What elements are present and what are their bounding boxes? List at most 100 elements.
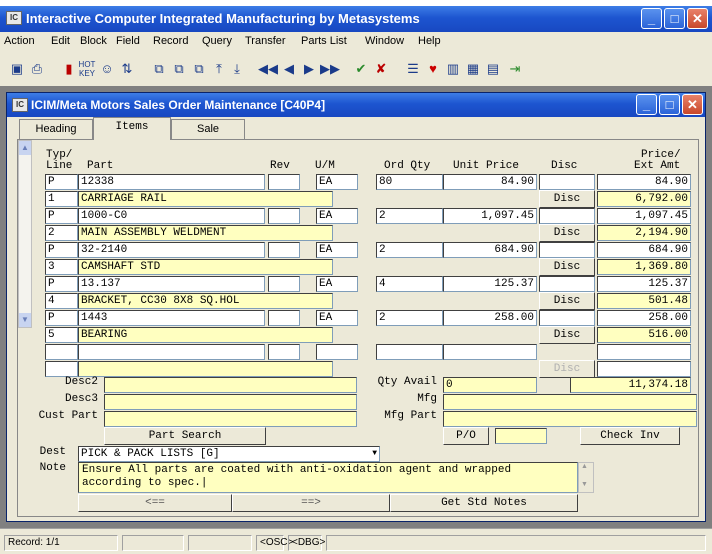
po-field[interactable]	[495, 428, 547, 444]
item-ext-amt-field[interactable]: 1,369.80	[597, 259, 691, 275]
item-disc-field[interactable]	[539, 174, 595, 190]
child-minimize-button[interactable]: _	[636, 94, 657, 115]
item-disc-button[interactable]: Disc	[539, 258, 595, 276]
paste-record-icon[interactable]: ⧉	[170, 60, 188, 78]
get-std-notes-button[interactable]: Get Std Notes	[390, 494, 578, 512]
item-um-field[interactable]: EA	[316, 208, 358, 224]
empty-typ-field[interactable]	[45, 344, 78, 360]
items-scrollbar[interactable]: ▲ ▼	[18, 140, 32, 328]
menu-edit[interactable]: Edit	[51, 35, 70, 47]
po-button[interactable]: P/O	[443, 427, 489, 445]
item-line-field[interactable]: 4	[45, 293, 78, 309]
menu-action[interactable]: Action	[4, 35, 35, 47]
app-titlebar[interactable]: IC Interactive Computer Integrated Manuf…	[0, 6, 712, 32]
grid-icon[interactable]: ▤	[484, 60, 502, 78]
item-rev-field[interactable]	[268, 208, 300, 224]
item-ord-qty-field[interactable]: 2	[376, 208, 443, 224]
item-ord-qty-field[interactable]: 2	[376, 242, 443, 258]
empty-rev-field[interactable]	[268, 344, 300, 360]
menu-window[interactable]: Window	[365, 35, 404, 47]
item-ord-qty-field[interactable]: 80	[376, 174, 443, 190]
item-ord-qty-field[interactable]: 4	[376, 276, 443, 292]
empty-um-field[interactable]	[316, 344, 358, 360]
mfg-field[interactable]	[443, 394, 697, 410]
item-ext-amt-field[interactable]: 501.48	[597, 293, 691, 309]
note-scrollbar[interactable]: ▲ ▼	[578, 462, 594, 493]
item-ord-qty-field[interactable]: 2	[376, 310, 443, 326]
hotkey-icon[interactable]: HOT KEY	[78, 60, 96, 78]
menu-block[interactable]: Block	[80, 35, 107, 47]
note-scroll-up-icon[interactable]: ▲	[581, 463, 588, 470]
item-desc-field[interactable]: CAMSHAFT STD	[78, 259, 333, 275]
print-icon[interactable]: ⎙	[28, 60, 46, 78]
item-line-field[interactable]: 5	[45, 327, 78, 343]
empty-ext-amt-field[interactable]	[597, 361, 691, 377]
menu-transfer[interactable]: Transfer	[245, 35, 286, 47]
qty-avail-field[interactable]: 0	[443, 377, 537, 393]
item-disc-field[interactable]	[539, 208, 595, 224]
menu-query[interactable]: Query	[202, 35, 232, 47]
item-typ-field[interactable]: P	[45, 276, 78, 292]
app-icon[interactable]: IC	[6, 11, 22, 25]
item-typ-field[interactable]: P	[45, 208, 78, 224]
close-button[interactable]: ✕	[687, 8, 708, 29]
empty-disc-button[interactable]: Disc	[539, 360, 595, 378]
list-icon[interactable]: ☰	[404, 60, 422, 78]
item-ext-amt-field[interactable]: 516.00	[597, 327, 691, 343]
item-disc-field[interactable]	[539, 276, 595, 292]
item-disc-field[interactable]	[539, 242, 595, 258]
save-icon[interactable]: ▣	[8, 60, 26, 78]
first-record-icon[interactable]: ◀◀	[258, 60, 278, 78]
item-disc-field[interactable]	[539, 310, 595, 326]
item-unit-price-field[interactable]: 1,097.45	[443, 208, 537, 224]
item-price-field[interactable]: 684.90	[597, 242, 691, 258]
item-price-field[interactable]: 84.90	[597, 174, 691, 190]
check-inv-button[interactable]: Check Inv	[580, 427, 680, 445]
previous-record-icon[interactable]: ◀	[280, 60, 298, 78]
item-disc-button[interactable]: Disc	[539, 224, 595, 242]
menu-parts-list[interactable]: Parts List	[301, 35, 347, 47]
child-titlebar[interactable]: IC ICIM/Meta Motors Sales Order Maintena…	[7, 93, 705, 117]
empty-unit-price-field[interactable]	[443, 344, 537, 360]
item-price-field[interactable]: 125.37	[597, 276, 691, 292]
delete-record-icon[interactable]: ⤓	[228, 60, 246, 78]
item-rev-field[interactable]	[268, 174, 300, 190]
favorite-icon[interactable]: ♥	[424, 60, 442, 78]
desc3-field[interactable]	[104, 394, 357, 410]
item-part-field[interactable]: 13.137	[78, 276, 265, 292]
item-desc-field[interactable]: MAIN ASSEMBLY WELDMENT	[78, 225, 333, 241]
child-app-icon[interactable]: IC	[12, 98, 28, 112]
check-icon[interactable]: ✔	[352, 60, 370, 78]
item-price-field[interactable]: 258.00	[597, 310, 691, 326]
item-um-field[interactable]: EA	[316, 310, 358, 326]
item-typ-field[interactable]: P	[45, 242, 78, 258]
item-part-field[interactable]: 1000-C0	[78, 208, 265, 224]
item-ext-amt-field[interactable]: 2,194.90	[597, 225, 691, 241]
maximize-button[interactable]: □	[664, 8, 685, 29]
item-unit-price-field[interactable]: 684.90	[443, 242, 537, 258]
empty-part-field[interactable]	[78, 344, 265, 360]
empty-desc-field[interactable]	[78, 361, 333, 377]
menu-help[interactable]: Help	[418, 35, 441, 47]
child-close-button[interactable]: ✕	[682, 94, 703, 115]
item-desc-field[interactable]: BRACKET, CC30 8X8 SQ.HOL	[78, 293, 333, 309]
dest-select[interactable]: PICK & PACK LISTS [G] ▼	[78, 446, 380, 462]
menu-field[interactable]: Field	[116, 35, 140, 47]
item-line-field[interactable]: 2	[45, 225, 78, 241]
duplicate-record-icon[interactable]: ⧉	[190, 60, 208, 78]
scroll-up-icon[interactable]: ▲	[19, 141, 31, 155]
scroll-down-icon[interactable]: ▼	[19, 313, 31, 327]
item-disc-button[interactable]: Disc	[539, 292, 595, 310]
child-maximize-button[interactable]: □	[659, 94, 680, 115]
menu-record[interactable]: Record	[153, 35, 188, 47]
insert-record-icon[interactable]: ⤒	[210, 60, 228, 78]
part-search-button[interactable]: Part Search	[104, 427, 266, 445]
stop-icon[interactable]: ▮	[60, 60, 78, 78]
item-ext-amt-field[interactable]: 6,792.00	[597, 191, 691, 207]
item-part-field[interactable]: 1443	[78, 310, 265, 326]
copy-record-icon[interactable]: ⧉	[150, 60, 168, 78]
item-part-field[interactable]: 12338	[78, 174, 265, 190]
desc2-field[interactable]	[104, 377, 357, 393]
item-unit-price-field[interactable]: 125.37	[443, 276, 537, 292]
item-line-field[interactable]: 1	[45, 191, 78, 207]
